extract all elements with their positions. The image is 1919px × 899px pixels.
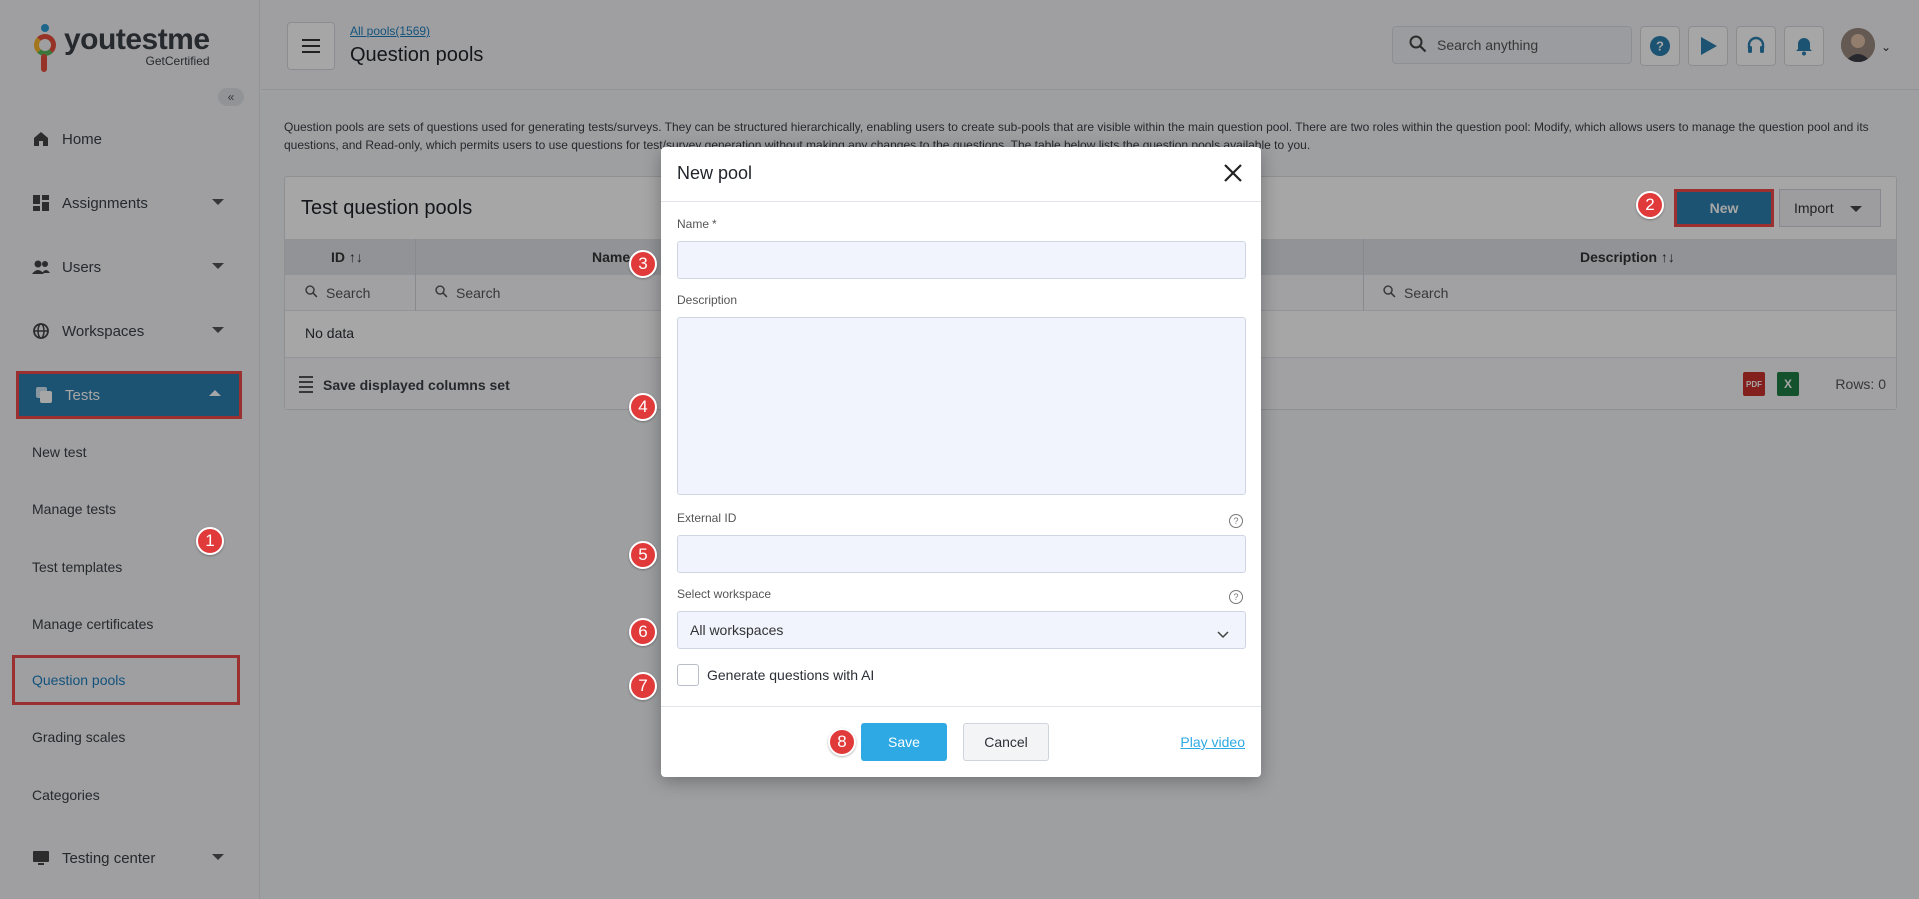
workspace-label: Select workspace: [677, 587, 772, 601]
description-field[interactable]: [677, 317, 1246, 495]
new-pool-dialog: New pool Name * Description External ID ?…: [661, 147, 1261, 777]
step-badge: 1: [196, 527, 224, 555]
external-id-label: External ID: [677, 511, 737, 525]
close-icon[interactable]: [1221, 161, 1245, 185]
workspace-selected-value: All workspaces: [690, 622, 784, 638]
cancel-button[interactable]: Cancel: [963, 723, 1049, 761]
workspace-select[interactable]: All workspaces: [677, 611, 1246, 649]
generate-ai-label: Generate questions with AI: [707, 667, 875, 683]
description-label: Description: [677, 293, 738, 307]
name-label: Name *: [677, 217, 717, 231]
generate-ai-checkbox[interactable]: [677, 664, 699, 686]
step-badge: 3: [629, 250, 657, 278]
step-badge: 5: [629, 541, 657, 569]
dialog-title: New pool: [677, 163, 753, 183]
help-icon[interactable]: ?: [1229, 514, 1243, 528]
play-video-link[interactable]: Play video: [1180, 734, 1245, 750]
step-badge: 2: [1636, 191, 1664, 219]
generate-ai-option[interactable]: Generate questions with AI: [677, 664, 874, 686]
help-icon[interactable]: ?: [1229, 590, 1243, 604]
step-badge: 6: [629, 618, 657, 646]
step-badge: 4: [629, 393, 657, 421]
save-button[interactable]: Save: [861, 723, 947, 761]
chevron-down-icon: [1217, 626, 1229, 642]
name-field[interactable]: [677, 241, 1246, 279]
step-badge: 7: [629, 672, 657, 700]
external-id-field[interactable]: [677, 535, 1246, 573]
step-badge: 8: [828, 728, 856, 756]
